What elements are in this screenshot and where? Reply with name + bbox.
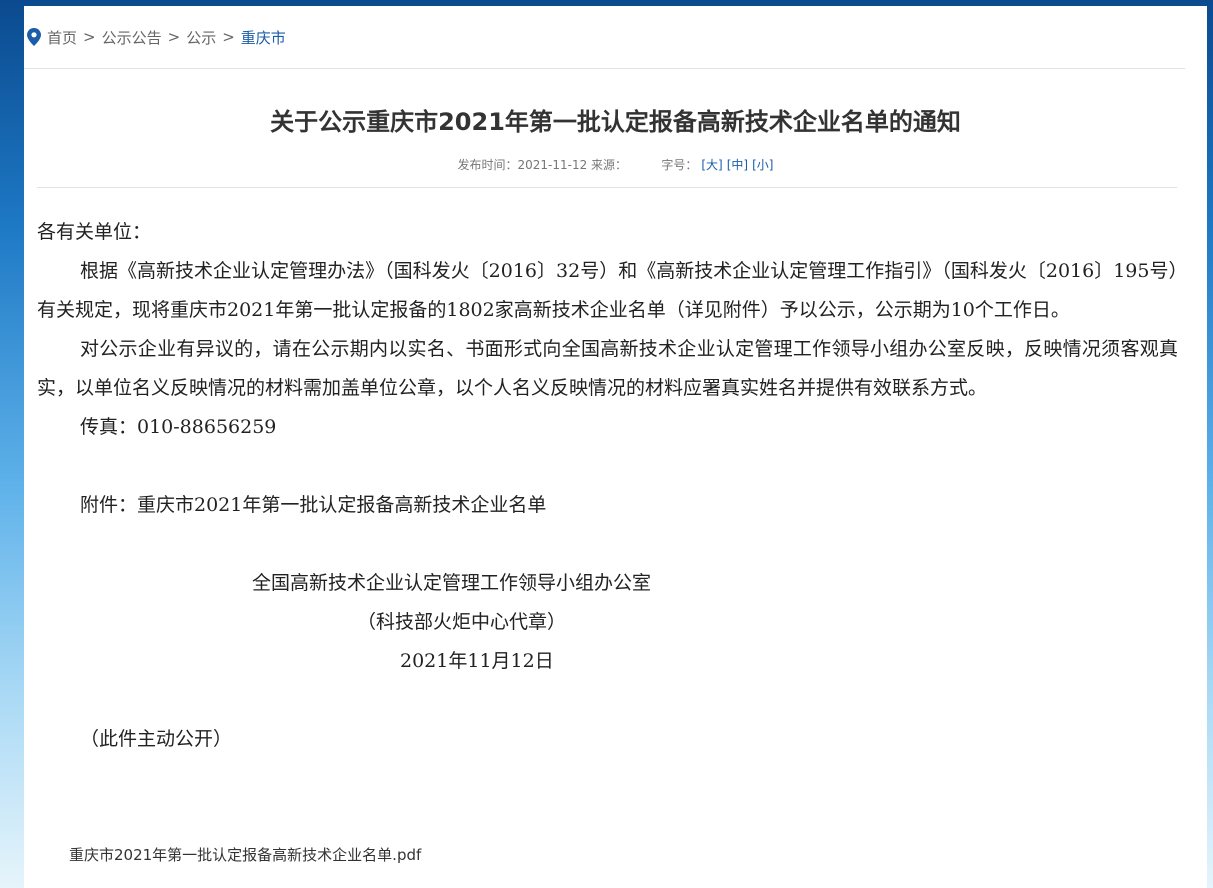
meta-divider	[37, 187, 1177, 188]
signature-date: 2021年11月12日	[400, 650, 554, 672]
article-title: 关于公示重庆市2021年第一批认定报备高新技术企业名单的通知	[270, 108, 961, 136]
breadcrumb-separator: >	[167, 28, 181, 46]
fax-number: 传真：010-88656259	[80, 416, 277, 438]
salutation: 各有关单位：	[37, 221, 152, 243]
paragraph-objection: 对公示企业有异议的，请在公示期内以实名、书面形式向全国高新技术企业认定管理工作领…	[37, 338, 1178, 399]
breadcrumb-announcements[interactable]: 公示公告	[102, 27, 162, 48]
font-size-medium-link[interactable]: [中]	[727, 158, 748, 172]
signature-seal-note: （科技部火炬中心代章）	[357, 611, 567, 633]
breadcrumb-current-chongqing[interactable]: 重庆市	[241, 27, 286, 48]
attachment-note: 附件：重庆市2021年第一批认定报备高新技术企业名单	[80, 494, 547, 516]
article-body: 各有关单位： 根据《高新技术企业认定管理办法》（国科发火〔2016〕32号）和《…	[37, 213, 1178, 759]
breadcrumb-divider	[24, 68, 1185, 69]
breadcrumb-separator: >	[222, 28, 235, 46]
breadcrumb-publicity[interactable]: 公示	[186, 27, 216, 48]
attachment-pdf-link[interactable]: 重庆市2021年第一批认定报备高新技术企业名单.pdf	[69, 844, 421, 865]
location-pin-icon	[27, 28, 41, 46]
breadcrumb-separator: >	[83, 28, 96, 46]
article-meta: 发布时间：2021-11-12 来源： 字号： [大] [中] [小]	[24, 156, 1207, 173]
breadcrumb: 首页 > 公示公告 > 公示 > 重庆市	[24, 6, 1207, 68]
font-size-large-link[interactable]: [大]	[701, 158, 722, 172]
paragraph-basis: 根据《高新技术企业认定管理办法》（国科发火〔2016〕32号）和《高新技术企业认…	[37, 260, 1178, 321]
font-size-small-link[interactable]: [小]	[752, 158, 773, 172]
public-note: （此件主动公开）	[80, 728, 233, 750]
publish-info: 发布时间：2021-11-12 来源： 字号：	[457, 158, 698, 172]
breadcrumb-home[interactable]: 首页	[47, 27, 77, 48]
article-page: 首页 > 公示公告 > 公示 > 重庆市 关于公示重庆市2021年第一批认定报备…	[24, 6, 1207, 888]
signature-organization: 全国高新技术企业认定管理工作领导小组办公室	[252, 572, 652, 594]
